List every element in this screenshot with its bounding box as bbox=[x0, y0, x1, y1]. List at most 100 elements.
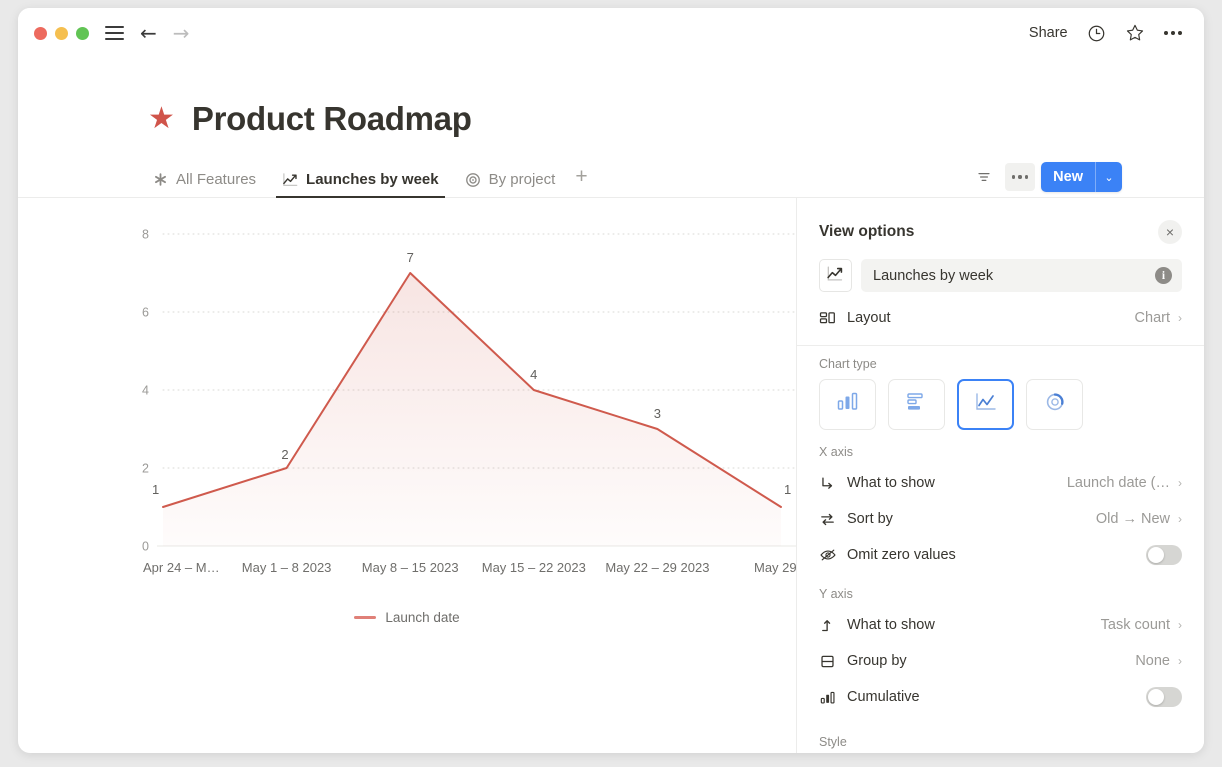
app-window: ← → Share ★ Product Roadmap All Features… bbox=[18, 8, 1204, 753]
arrow-turn-up-icon bbox=[819, 617, 841, 634]
svg-text:7: 7 bbox=[407, 250, 414, 265]
x-axis-what-to-show-label: What to show bbox=[847, 475, 935, 491]
minimize-window-button[interactable] bbox=[55, 26, 68, 40]
view-tabs: All Features Launches by week By project… bbox=[18, 160, 1204, 198]
svg-text:0: 0 bbox=[142, 540, 149, 554]
chevron-right-icon[interactable]: › bbox=[1178, 512, 1182, 526]
svg-text:1: 1 bbox=[152, 482, 159, 497]
y-axis-cumulative-label: Cumulative bbox=[847, 689, 920, 705]
layout-label: Layout bbox=[847, 310, 891, 326]
y-axis-group-by-row[interactable]: Group by None › bbox=[797, 643, 1204, 679]
tab-label: Launches by week bbox=[306, 171, 439, 188]
x-axis-section-label: X axis bbox=[819, 445, 854, 459]
info-icon[interactable]: i bbox=[1155, 267, 1172, 284]
filter-icon[interactable] bbox=[969, 163, 999, 191]
svg-text:4: 4 bbox=[142, 384, 149, 398]
ellipsis-icon bbox=[1012, 175, 1029, 179]
svg-text:3: 3 bbox=[654, 406, 661, 421]
chevron-down-icon[interactable]: ⌄ bbox=[1095, 162, 1122, 192]
svg-text:2: 2 bbox=[281, 447, 288, 462]
line-chart-icon bbox=[826, 264, 845, 288]
omit-zero-values-toggle[interactable] bbox=[1146, 545, 1182, 565]
chart-type-options bbox=[797, 377, 1204, 436]
vertical-bar-chart-icon bbox=[835, 390, 861, 419]
svg-text:2: 2 bbox=[142, 462, 149, 476]
ellipsis-icon[interactable] bbox=[1163, 31, 1182, 35]
horizontal-bar-chart-icon bbox=[904, 390, 930, 419]
eye-off-icon bbox=[819, 546, 841, 564]
chart-type-section-label: Chart type bbox=[819, 357, 877, 371]
x-axis-sort-by-row[interactable]: Sort by Old → New › bbox=[797, 501, 1204, 537]
cumulative-toggle[interactable] bbox=[1146, 687, 1182, 707]
line-chart-icon bbox=[282, 171, 299, 188]
page-title: Product Roadmap bbox=[191, 100, 472, 137]
star-outline-icon[interactable] bbox=[1125, 23, 1145, 43]
panel-header: View options × bbox=[797, 198, 1204, 246]
y-axis-cumulative-row[interactable]: Cumulative bbox=[797, 679, 1204, 715]
svg-text:May 22 – 29 2023: May 22 – 29 2023 bbox=[605, 560, 709, 575]
window-controls bbox=[34, 26, 89, 40]
close-icon[interactable]: × bbox=[1158, 220, 1182, 244]
y-axis-group-by-value: None bbox=[1135, 653, 1170, 669]
chart-type-vertical-bar[interactable] bbox=[819, 379, 876, 430]
view-more-icon[interactable] bbox=[1005, 163, 1036, 191]
line-chart-svg[interactable]: 02468127431Apr 24 – M… May 1 – 8 2023 May … bbox=[18, 198, 796, 598]
add-view-button[interactable]: + bbox=[575, 166, 587, 197]
chart-type-donut[interactable] bbox=[1026, 379, 1083, 430]
panel-title: View options bbox=[819, 223, 915, 240]
x-axis-what-to-show-row[interactable]: What to show Launch date (… › bbox=[797, 465, 1204, 501]
forward-arrow-icon[interactable]: → bbox=[173, 23, 190, 43]
svg-text:May 29 …: May 29 … bbox=[754, 560, 796, 575]
target-icon bbox=[465, 171, 482, 188]
share-button[interactable]: Share bbox=[1029, 25, 1068, 41]
svg-text:6: 6 bbox=[142, 306, 149, 320]
y-axis-what-to-show-row[interactable]: What to show Task count › bbox=[797, 607, 1204, 643]
view-name-value: Launches by week bbox=[873, 267, 994, 284]
chevron-right-icon[interactable]: › bbox=[1178, 654, 1182, 668]
new-button[interactable]: New ⌄ bbox=[1041, 162, 1122, 192]
chart[interactable]: 0 2 4 6 8 1 2 7 4 3 1 Apr 24 – M… May 1 – 8 2023 May … bbox=[18, 198, 796, 753]
y-axis-group-by-label: Group by bbox=[847, 653, 907, 669]
arrow-turn-down-right-icon bbox=[819, 475, 841, 492]
y-axis-what-to-show-label: What to show bbox=[847, 617, 935, 633]
layout-icon bbox=[819, 310, 841, 327]
view-options-panel: View options × Launches by week i Layout… bbox=[796, 198, 1204, 753]
hamburger-icon[interactable] bbox=[105, 26, 124, 40]
page-body: ★ Product Roadmap All Features Launches … bbox=[18, 58, 1204, 753]
tab-label: By project bbox=[488, 171, 556, 188]
tab-all-features[interactable]: All Features bbox=[146, 171, 262, 197]
line-chart-icon bbox=[973, 390, 999, 419]
chart-legend: Launch date bbox=[18, 610, 796, 625]
svg-text:4: 4 bbox=[530, 367, 537, 382]
page-emoji-icon[interactable]: ★ bbox=[148, 104, 175, 134]
tab-by-project[interactable]: By project bbox=[459, 171, 562, 197]
x-axis-sort-by-value: Old → New bbox=[1095, 511, 1170, 527]
chevron-right-icon[interactable]: › bbox=[1178, 476, 1182, 490]
asterisk-icon bbox=[152, 171, 169, 188]
svg-text:May 8 – 15 2023: May 8 – 15 2023 bbox=[362, 560, 459, 575]
y-axis-section-label: Y axis bbox=[819, 587, 853, 601]
x-axis-omit-zero-label: Omit zero values bbox=[847, 547, 956, 563]
chart-type-horizontal-bar[interactable] bbox=[888, 379, 945, 430]
bar-chart-icon bbox=[819, 689, 841, 706]
page-header: ★ Product Roadmap bbox=[18, 58, 1204, 138]
clock-icon[interactable] bbox=[1087, 24, 1106, 43]
main-area: 0 2 4 6 8 1 2 7 4 3 1 Apr 24 – M… May 1 – 8 2023 May … bbox=[18, 198, 1204, 753]
view-type-icon-button[interactable] bbox=[819, 259, 852, 292]
view-toolbar: New ⌄ bbox=[969, 162, 1122, 197]
view-name-row: Launches by week i bbox=[797, 246, 1204, 292]
y-axis-what-to-show-value: Task count bbox=[1100, 617, 1170, 633]
close-window-button[interactable] bbox=[34, 26, 47, 40]
x-axis-what-to-show-value: Launch date (… bbox=[1066, 475, 1170, 491]
view-name-input[interactable]: Launches by week i bbox=[861, 259, 1182, 292]
tab-launches-by-week[interactable]: Launches by week bbox=[276, 171, 445, 198]
tab-label: All Features bbox=[176, 171, 257, 188]
chevron-right-icon[interactable]: › bbox=[1178, 618, 1182, 632]
chart-type-line[interactable] bbox=[957, 379, 1014, 430]
maximize-window-button[interactable] bbox=[76, 26, 89, 40]
chevron-right-icon[interactable]: › bbox=[1178, 311, 1182, 325]
back-arrow-icon[interactable]: ← bbox=[140, 23, 157, 43]
chart-pane: 0 2 4 6 8 1 2 7 4 3 1 Apr 24 – M… May 1 – 8 2023 May … bbox=[18, 198, 796, 753]
x-axis-omit-zero-row[interactable]: Omit zero values bbox=[797, 537, 1204, 573]
layout-row[interactable]: Layout Chart › bbox=[797, 300, 1204, 336]
